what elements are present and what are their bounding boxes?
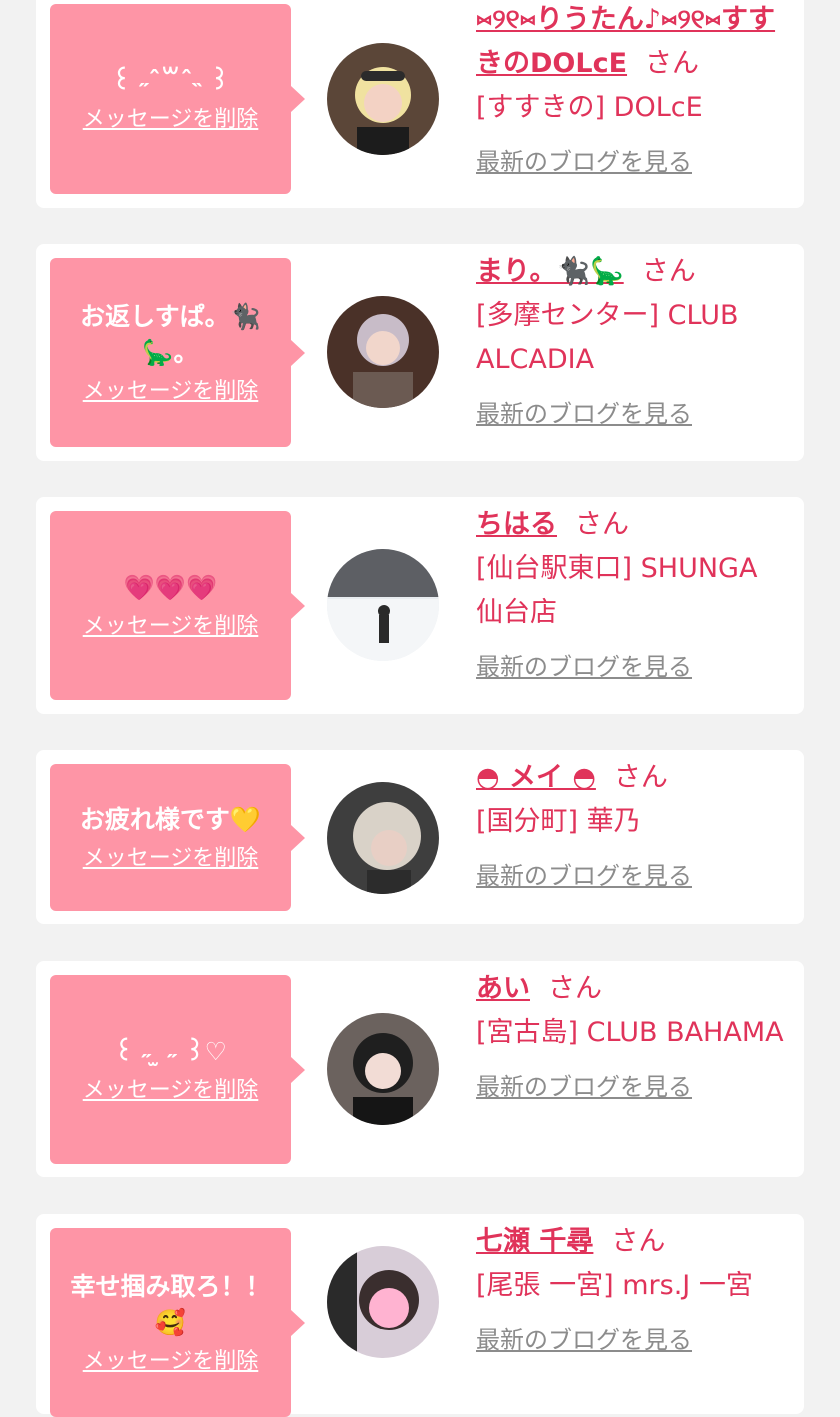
avatar[interactable] <box>327 782 439 894</box>
honorific-label: さん <box>645 48 700 79</box>
avatar[interactable] <box>327 549 439 661</box>
message-bubble: ꒰ ˶ˆ꒳ˆ˵ ꒱ メッセージを削除 <box>50 4 305 194</box>
message-card: 💗💗💗 メッセージを削除 ちはる さん [仙台駅東口] SHUNGA 仙台店 最新… <box>36 497 804 714</box>
honorific-label: さん <box>611 1226 666 1257</box>
shop-label: [仙台駅東口] SHUNGA 仙台店 <box>476 553 758 628</box>
message-bubble: ꒰ ˶ ̫ ˶ ꒱♡ メッセージを削除 <box>50 975 305 1164</box>
message-text: お疲れ様です💛 <box>79 804 262 834</box>
shop-label: [すすきの] DOLcE <box>476 92 703 123</box>
message-text: 幸せ掴み取ろ！！🥰 <box>70 1271 271 1337</box>
honorific-label: さん <box>641 256 696 287</box>
latest-blog-link[interactable]: 最新のブログを見る <box>476 856 692 891</box>
latest-blog-link[interactable]: 最新のブログを見る <box>476 1320 692 1355</box>
delete-message-link[interactable]: メッセージを削除 <box>83 105 259 135</box>
sender-info: ちはる さん [仙台駅東口] SHUNGA 仙台店 最新のブログを見る <box>476 503 784 682</box>
message-card: お返しすぱ。🐈‍⬛🦕。 メッセージを削除 まり。🐈‍⬛🦕 さん [多摩センター] … <box>36 244 804 461</box>
honorific-label: さん <box>613 762 668 793</box>
sender-info: まり。🐈‍⬛🦕 さん [多摩センター] CLUB ALCADIA 最新のブログを見… <box>476 250 784 429</box>
latest-blog-link[interactable]: 最新のブログを見る <box>476 394 692 429</box>
sender-info: ◓ メイ ◓ さん [国分町] 華乃 最新のブログを見る <box>476 756 784 891</box>
message-bubble: 幸せ掴み取ろ！！🥰 メッセージを削除 <box>50 1228 305 1417</box>
message-text: ꒰ ˶ˆ꒳ˆ˵ ꒱ <box>111 66 230 95</box>
message-bubble: お返しすぱ。🐈‍⬛🦕。 メッセージを削除 <box>50 258 305 447</box>
latest-blog-link[interactable]: 最新のブログを見る <box>476 647 692 682</box>
message-bubble: 💗💗💗 メッセージを削除 <box>50 511 305 700</box>
message-bubble: お疲れ様です💛 メッセージを削除 <box>50 764 305 911</box>
message-text: ꒰ ˶ ̫ ˶ ꒱♡ <box>114 1036 227 1066</box>
delete-message-link[interactable]: メッセージを削除 <box>83 1347 259 1377</box>
sender-name-link[interactable]: ちはる <box>476 509 557 540</box>
shop-label: [宮古島] CLUB BAHAMA <box>476 1017 784 1048</box>
message-text: お返しすぱ。🐈‍⬛🦕。 <box>80 301 261 367</box>
shop-label: [尾張 一宮] mrs.J 一宮 <box>476 1270 753 1301</box>
delete-message-link[interactable]: メッセージを削除 <box>83 844 259 874</box>
message-card: ꒰ ˶ ̫ ˶ ꒱♡ メッセージを削除 あい さん [宮古島] CLUB BAHA… <box>36 961 804 1177</box>
avatar[interactable] <box>327 296 439 408</box>
sender-name-link[interactable]: あい <box>476 973 530 1004</box>
avatar[interactable] <box>327 1246 439 1358</box>
sender-name-link[interactable]: ◓ メイ ◓ <box>476 762 596 793</box>
sender-name-link[interactable]: まり。🐈‍⬛🦕 <box>476 256 624 287</box>
sender-info: ⑅୨୧⑅りうたん♪⑅୨୧⑅すすきのDOLcE さん [すすきの] DOLcE 最新… <box>476 0 784 177</box>
sender-name-link[interactable]: ⑅୨୧⑅りうたん♪⑅୨୧⑅すすきのDOLcE <box>476 4 775 79</box>
latest-blog-link[interactable]: 最新のブログを見る <box>476 142 692 177</box>
message-text: 💗💗💗 <box>123 572 218 602</box>
avatar[interactable] <box>327 43 439 155</box>
message-card: ꒰ ˶ˆ꒳ˆ˵ ꒱ メッセージを削除 ⑅୨୧⑅りうたん♪⑅୨୧⑅すすきのDOLc… <box>36 0 804 208</box>
sender-info: 七瀬 千尋 さん [尾張 一宮] mrs.J 一宮 最新のブログを見る <box>476 1220 784 1355</box>
sender-info: あい さん [宮古島] CLUB BAHAMA 最新のブログを見る <box>476 967 784 1102</box>
latest-blog-link[interactable]: 最新のブログを見る <box>476 1067 692 1102</box>
message-card: お疲れ様です💛 メッセージを削除 ◓ メイ ◓ さん [国分町] 華乃 最新のブロ… <box>36 750 804 924</box>
honorific-label: さん <box>548 973 602 1004</box>
honorific-label: さん <box>575 509 629 540</box>
message-card: 幸せ掴み取ろ！！🥰 メッセージを削除 七瀬 千尋 さん [尾張 一宮] mrs.J… <box>36 1214 804 1417</box>
shop-label: [多摩センター] CLUB ALCADIA <box>476 300 739 375</box>
shop-label: [国分町] 華乃 <box>476 806 641 837</box>
delete-message-link[interactable]: メッセージを削除 <box>83 1076 259 1106</box>
sender-name-link[interactable]: 七瀬 千尋 <box>476 1226 593 1257</box>
avatar[interactable] <box>327 1013 439 1125</box>
delete-message-link[interactable]: メッセージを削除 <box>83 377 259 407</box>
delete-message-link[interactable]: メッセージを削除 <box>83 612 259 642</box>
